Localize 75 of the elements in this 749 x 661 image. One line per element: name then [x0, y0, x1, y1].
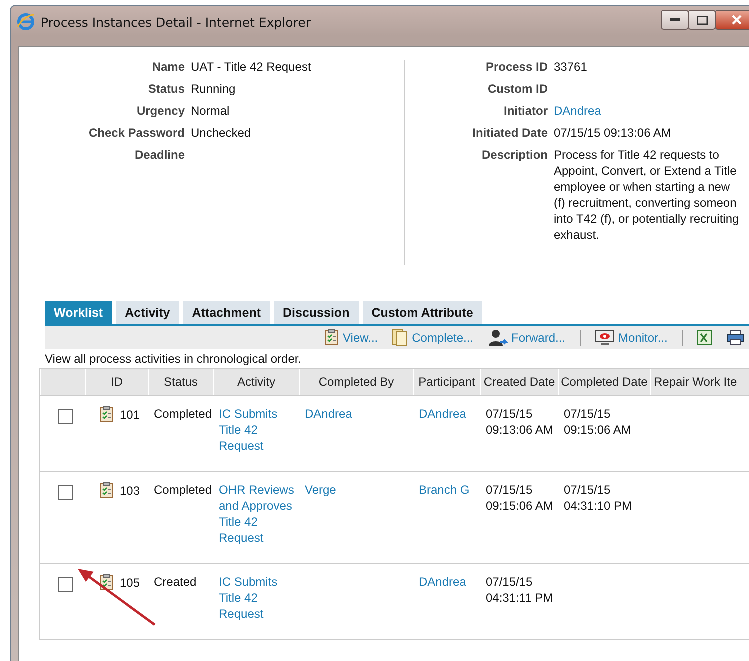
toolbar-button[interactable]: Monitor...	[594, 330, 668, 346]
tab[interactable]: Worklist	[45, 301, 112, 324]
field-label: Urgency	[136, 104, 185, 118]
field-label: Check Password	[88, 126, 185, 140]
participant-link[interactable]: DAndrea	[413, 406, 480, 422]
completed-by-link[interactable]: Verge	[299, 482, 413, 498]
close-icon	[732, 15, 742, 25]
field-value: 07/15/15 09:13:06 AM	[554, 126, 672, 140]
field-label: Name	[151, 60, 185, 74]
field-value: UAT - Title 42 Request	[191, 60, 312, 74]
activity-link[interactable]: OHR Reviews and Approves Title 42 Request	[213, 482, 299, 546]
close-button[interactable]	[715, 10, 749, 30]
id-cell: 101	[120, 406, 140, 422]
hint-text: View all process activities in chronological order.	[45, 352, 303, 366]
column-header[interactable]: Repair Work Ite	[650, 369, 749, 395]
tab[interactable]: Activity	[116, 301, 180, 324]
document-icon	[392, 328, 408, 346]
completed-date-cell-text: 07/15/15 09:15:06 AM	[563, 406, 632, 438]
description-text: Process for Title 42 requests to Appoint, Convert, or Extend a Title employee or when starting a new (f) recruitment, converting someon into T42 (f), or potentially recruiting exhaust.	[554, 147, 740, 243]
spreadsheet-icon[interactable]	[696, 330, 713, 346]
column-header[interactable]: ID	[85, 369, 148, 395]
tab[interactable]: Custom Attribute	[362, 301, 482, 324]
window-title: Process Instances Detail - Internet Explorer	[41, 14, 311, 30]
toolbar-button[interactable]: View...	[325, 329, 378, 346]
clipboard-icon	[100, 482, 114, 499]
field-label: Custom ID	[487, 82, 548, 96]
minimize-icon	[670, 18, 680, 22]
clipboard-icon	[100, 406, 114, 423]
column-header[interactable]: Completed Date	[558, 369, 650, 395]
maximize-button[interactable]	[688, 10, 716, 30]
browser-logo-icon	[17, 13, 35, 31]
field-label: Initiator	[503, 104, 548, 118]
field-label: Process ID	[484, 60, 548, 74]
id-cell: 105	[120, 574, 140, 590]
field-value: 33761	[554, 60, 588, 74]
user-arrow-icon	[488, 328, 508, 346]
created-date-cell-text: 07/15/15 04:31:11 PM	[485, 574, 554, 606]
print-icon[interactable]	[726, 330, 745, 346]
id-cell: 103	[120, 482, 140, 498]
monitor-icon	[594, 330, 615, 346]
column-header[interactable]: Activity	[213, 369, 299, 395]
row-checkbox[interactable]	[58, 409, 73, 424]
activity-link[interactable]: IC Submits Title 42 Request	[213, 574, 299, 622]
initiator-link[interactable]: DAndrea	[554, 104, 745, 118]
tab[interactable]: Attachment	[183, 301, 270, 324]
status-cell-text: Completed	[153, 482, 213, 498]
toolbar-button[interactable]: Forward...	[488, 328, 566, 346]
status-cell-text: Completed	[153, 406, 213, 422]
clipboard-icon	[100, 574, 114, 591]
status-cell-text: Created	[153, 574, 198, 590]
participant-link[interactable]: Branch G	[413, 482, 480, 498]
toolbar-button[interactable]: Complete...	[392, 328, 474, 346]
column-header[interactable]: Completed By	[299, 369, 413, 395]
tab[interactable]: Discussion	[274, 301, 359, 324]
field-value: Normal	[191, 104, 231, 118]
field-label: Status	[147, 82, 185, 96]
column-header[interactable]: Status	[148, 369, 213, 395]
created-date-cell-text: 07/15/15 09:15:06 AM	[485, 482, 554, 514]
maximize-icon	[696, 16, 708, 24]
completed-date-cell-text: 07/15/15 04:31:10 PM	[563, 482, 634, 514]
participant-link[interactable]: DAndrea	[413, 574, 480, 590]
row-checkbox[interactable]	[58, 485, 73, 500]
row-checkbox[interactable]	[58, 577, 73, 592]
field-label: Initiated Date	[472, 126, 548, 140]
column-header[interactable]: Created Date	[480, 369, 558, 395]
field-value: Unchecked	[191, 126, 252, 140]
activity-link[interactable]: IC Submits Title 42 Request	[213, 406, 299, 454]
completed-by-link[interactable]: DAndrea	[299, 406, 413, 422]
field-label: Deadline	[134, 148, 185, 162]
created-date-cell-text: 07/15/15 09:13:06 AM	[485, 406, 554, 438]
field-value: Running	[191, 82, 237, 96]
field-label: Description	[480, 148, 548, 164]
clipboard-icon	[325, 329, 339, 346]
minimize-button[interactable]	[661, 10, 689, 30]
column-header[interactable]: Participant	[413, 369, 480, 395]
